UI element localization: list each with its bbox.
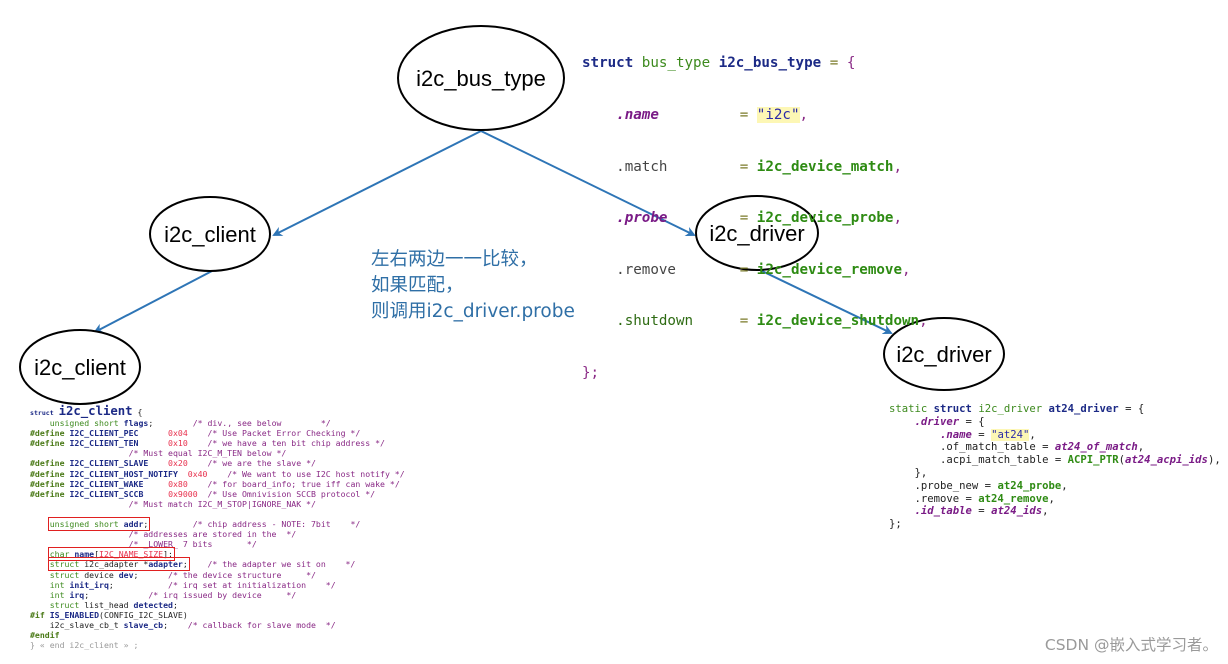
code-token: i2c_device_shutdown bbox=[756, 313, 920, 330]
code-line: unsigned short flags; /* div., see below… bbox=[49, 418, 331, 429]
arrow-client-to-client bbox=[93, 270, 213, 333]
code-line: #endif bbox=[30, 630, 60, 641]
code-line: /* Must equal I2C_M_TEN below */ bbox=[128, 448, 287, 459]
highlight-box: struct i2c_adapter *adapter; bbox=[47, 557, 190, 572]
code-line: struct device dev; /* the device structu… bbox=[49, 569, 316, 580]
code-token: , bbox=[799, 107, 809, 124]
code-line: #define I2C_CLIENT_SLAVE 0x20 /* we are … bbox=[30, 458, 316, 469]
code-token: i2c_device_match bbox=[756, 158, 894, 175]
code-line: #if IS_ENABLED(CONFIG_I2C_SLAVE) bbox=[30, 609, 188, 620]
node-label: i2c_client bbox=[34, 355, 126, 380]
code-line: }; bbox=[889, 518, 902, 531]
node-i2c-client-bottom: i2c_client bbox=[19, 329, 141, 405]
code-line: #define I2C_CLIENT_TEN 0x10 /* we have a… bbox=[30, 438, 385, 449]
code-token: , bbox=[919, 313, 928, 330]
watermark: CSDN @嵌入式学习者。 bbox=[1044, 636, 1218, 654]
code-line: struct i2c_client { bbox=[30, 404, 143, 418]
i2c-client-code-block: struct i2c_client { unsigned short flags… bbox=[30, 404, 405, 651]
code-token: , bbox=[893, 158, 903, 175]
code-token: .name bbox=[616, 107, 659, 124]
node-i2c-client-top: i2c_client bbox=[149, 196, 271, 272]
code-token: .remove bbox=[616, 261, 676, 278]
code-line: struct list_head detected; bbox=[49, 599, 178, 610]
code-line: struct i2c_adapter *adapter; /* the adap… bbox=[47, 557, 356, 572]
code-line: /* Must match I2C_M_STOP|IGNORE_NAK */ bbox=[128, 498, 316, 509]
code-token: , bbox=[902, 261, 911, 278]
code-line: /* _LOWER_ 7 bits */ bbox=[128, 539, 257, 550]
code-token: .shutdown bbox=[616, 313, 694, 330]
annotation-line: 左右两边一一比较， bbox=[371, 249, 538, 270]
code-line: .remove = i2c_device_remove, bbox=[582, 262, 928, 279]
code-token: { bbox=[846, 55, 856, 72]
code-token: = bbox=[739, 210, 749, 227]
bus-type-code-block: struct bus_type i2c_bus_type = { .name = … bbox=[582, 21, 928, 399]
code-line: .acpi_match_table = ACPI_PTR(at24_acpi_i… bbox=[889, 454, 1221, 467]
node-label: i2c_client bbox=[164, 222, 256, 247]
code-line: .driver = { bbox=[914, 415, 985, 428]
code-line: unsigned short addr; /* chip address - N… bbox=[47, 517, 361, 532]
code-line: .shutdown = i2c_device_shutdown, bbox=[582, 313, 928, 330]
code-token: = bbox=[739, 158, 749, 175]
annotation-line: 则调用i2c_driver.probe bbox=[371, 301, 575, 322]
code-token: = bbox=[739, 107, 749, 124]
code-line: .name = "i2c", bbox=[582, 107, 928, 124]
code-line: .of_match_table = at24_of_match, bbox=[889, 441, 1145, 454]
node-i2c-bus-type: i2c_bus_type bbox=[397, 25, 565, 131]
match-annotation: 左右两边一一比较， 如果匹配， 则调用i2c_driver.probe bbox=[371, 247, 575, 325]
code-line: i2c_slave_cb_t slave_cb; /* callback for… bbox=[30, 619, 336, 630]
code-line: struct bus_type i2c_bus_type = { bbox=[582, 55, 928, 72]
code-line: #define I2C_CLIENT_HOST_NOTIFY 0x40 /* W… bbox=[30, 468, 405, 479]
code-token: bus_type bbox=[641, 55, 711, 72]
code-line: .probe = i2c_device_probe, bbox=[582, 210, 928, 227]
code-token: = bbox=[829, 55, 839, 72]
code-line: }, bbox=[889, 466, 928, 479]
code-token: = bbox=[739, 261, 749, 278]
code-token: , bbox=[893, 210, 903, 227]
i2c-driver-code-block: static struct i2c_driver at24_driver = {… bbox=[889, 403, 1221, 531]
code-line: .remove = at24_remove, bbox=[889, 492, 1055, 505]
code-line: } « end i2c_client » ; bbox=[30, 640, 139, 651]
node-label: i2c_bus_type bbox=[416, 66, 546, 91]
highlight-box: char name[I2C_NAME_SIZE]; bbox=[47, 547, 175, 562]
code-line: char name[I2C_NAME_SIZE]; bbox=[30, 547, 405, 562]
code-line: static struct i2c_driver at24_driver = { bbox=[889, 403, 1145, 415]
code-line: .name = "at24", bbox=[940, 428, 1036, 441]
code-line: .id_table = at24_ids, bbox=[914, 505, 1049, 518]
code-line: #define I2C_CLIENT_WAKE 0x80 /* for boar… bbox=[30, 478, 400, 489]
code-line: int irq; /* irq issued by device */ bbox=[49, 589, 297, 600]
code-token: struct bbox=[582, 55, 634, 72]
highlight-box: unsigned short addr; bbox=[47, 517, 151, 532]
code-line: .match = i2c_device_match, bbox=[582, 159, 928, 176]
code-line: .probe_new = at24_probe, bbox=[889, 479, 1068, 492]
code-token: i2c_device_probe bbox=[756, 210, 894, 227]
annotation-line: 如果匹配， bbox=[371, 275, 464, 296]
code-token: .match bbox=[616, 158, 668, 175]
code-token: = bbox=[739, 313, 749, 330]
code-token: i2c_device_remove bbox=[756, 261, 903, 278]
code-line: }; bbox=[582, 365, 600, 382]
arrow-bus-to-client bbox=[272, 130, 482, 236]
code-token: "i2c" bbox=[756, 107, 800, 124]
code-token: i2c_bus_type bbox=[718, 55, 822, 72]
code-line: /* addresses are stored in the */ bbox=[128, 529, 297, 540]
code-line: #define I2C_CLIENT_SCCB 0x9000 /* Use Om… bbox=[30, 488, 376, 499]
code-token: .probe bbox=[616, 210, 668, 227]
code-line: #define I2C_CLIENT_PEC 0x04 /* Use Packe… bbox=[30, 428, 361, 439]
code-line: int init_irq; /* irq set at initializati… bbox=[49, 579, 336, 590]
